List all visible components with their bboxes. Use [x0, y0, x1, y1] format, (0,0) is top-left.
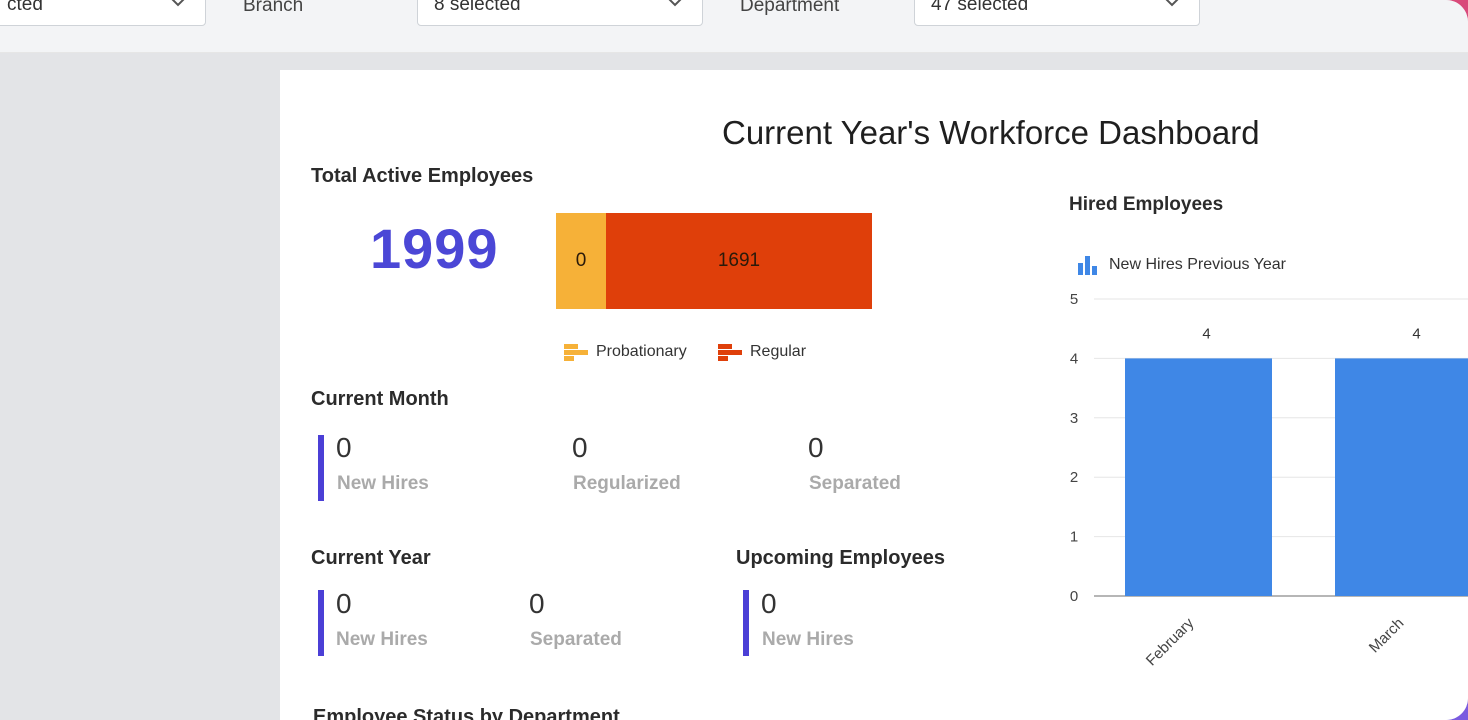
hired-employees-bar-chart: 0 1 2 3 4 5 4 February 4 March — [1070, 291, 1468, 669]
app-window: cted Branch 8 selected Department 47 sel… — [0, 0, 1468, 720]
branch-select-value: 8 selected — [434, 0, 521, 15]
stat-accent-bar — [318, 590, 324, 656]
legend-probationary-label: Probationary — [596, 343, 687, 360]
y-tick-label: 2 — [1070, 469, 1078, 486]
data-label: 4 — [1412, 325, 1420, 342]
x-tick-label: March — [1366, 615, 1407, 656]
current-month-new-hires-label: New Hires — [337, 473, 429, 494]
employee-status-by-department-heading: Employee Status by Department — [313, 706, 620, 720]
bar[interactable] — [1125, 358, 1272, 596]
current-month-regularized-value: 0 — [572, 432, 588, 463]
current-year-new-hires-label: New Hires — [336, 629, 428, 650]
y-tick-label: 1 — [1070, 529, 1078, 546]
current-month-separated-value: 0 — [808, 432, 824, 463]
current-month-separated-label: Separated — [809, 473, 901, 494]
branch-label: Branch — [243, 0, 304, 16]
y-tick-label: 3 — [1070, 410, 1078, 427]
total-active-heading: Total Active Employees — [311, 165, 534, 187]
total-active-count: 1999 — [370, 217, 499, 280]
chevron-down-icon — [1165, 0, 1179, 7]
dashboard-panel: Current Year's Workforce Dashboard Total… — [280, 70, 1468, 720]
current-year-separated-value: 0 — [529, 588, 545, 619]
sidebar — [0, 53, 280, 720]
upcoming-new-hires-label: New Hires — [762, 629, 854, 650]
upcoming-new-hires-value: 0 — [761, 588, 777, 619]
chevron-down-icon — [668, 0, 682, 7]
regular-segment[interactable]: 1691 — [606, 213, 872, 309]
status-select[interactable]: cted — [0, 0, 206, 26]
upcoming-employees-heading: Upcoming Employees — [736, 547, 945, 569]
y-tick-label: 0 — [1070, 588, 1078, 605]
current-year-new-hires-value: 0 — [336, 588, 352, 619]
current-month-heading: Current Month — [311, 388, 449, 410]
bar[interactable] — [1335, 358, 1468, 596]
chevron-down-icon — [171, 0, 185, 7]
hired-employees-chart-title: Hired Employees — [1069, 194, 1224, 215]
department-select[interactable]: 47 selected — [914, 0, 1200, 26]
y-tick-label: 5 — [1070, 291, 1078, 308]
stat-accent-bar — [318, 435, 324, 501]
legend-regular[interactable]: Regular — [718, 342, 806, 362]
bar-legend-icon — [718, 344, 742, 361]
legend-probationary[interactable]: Probationary — [564, 342, 687, 362]
current-year-heading: Current Year — [311, 547, 431, 569]
chart-legend-new-hires[interactable]: New Hires Previous Year — [1077, 254, 1286, 276]
regular-value-label: 1691 — [717, 250, 761, 271]
probationary-value-label: 0 — [575, 250, 587, 271]
department-label: Department — [740, 0, 840, 16]
dashboard-title: Current Year's Workforce Dashboard — [722, 114, 1260, 151]
current-month-regularized-label: Regularized — [573, 473, 681, 494]
y-tick-label: 4 — [1070, 350, 1078, 367]
stat-accent-bar — [743, 590, 749, 656]
filter-bar: cted Branch 8 selected Department 47 sel… — [0, 0, 1468, 53]
branch-select[interactable]: 8 selected — [417, 0, 703, 26]
bar-legend-icon — [564, 344, 588, 361]
current-month-new-hires-value: 0 — [336, 432, 352, 463]
legend-regular-label: Regular — [750, 343, 807, 360]
x-tick-label: February — [1143, 614, 1198, 669]
department-select-value: 47 selected — [931, 0, 1029, 15]
bar-chart-icon — [1078, 256, 1097, 275]
chart-legend-label: New Hires Previous Year — [1109, 256, 1286, 273]
status-select-value: cted — [7, 0, 43, 15]
current-year-separated-label: Separated — [530, 629, 622, 650]
probationary-segment[interactable]: 0 — [556, 213, 606, 309]
data-label: 4 — [1202, 325, 1210, 342]
